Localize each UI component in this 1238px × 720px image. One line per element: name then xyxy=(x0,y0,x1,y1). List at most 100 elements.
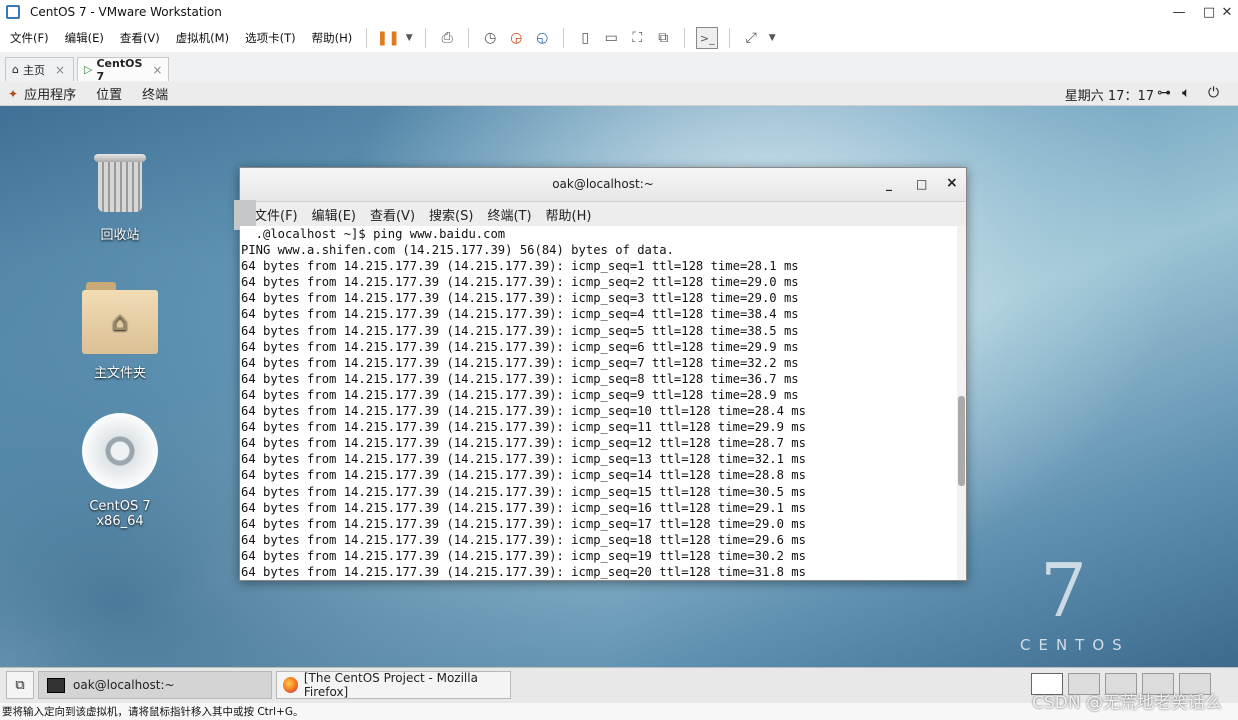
terminal-line: 64 bytes from 14.215.177.39 (14.215.177.… xyxy=(241,516,806,531)
menu-places[interactable]: 位置 xyxy=(96,84,122,103)
terminal-line: 64 bytes from 14.215.177.39 (14.215.177.… xyxy=(241,484,806,499)
terminal-titlebar[interactable]: oak@localhost:~ _ □ × xyxy=(240,168,966,202)
vmware-menubar: 文件(F) 编辑(E) 查看(V) 虚拟机(M) 选项卡(T) 帮助(H) ❚❚… xyxy=(0,24,1238,52)
stretch-icon[interactable]: ⤢ xyxy=(741,28,761,48)
menu-applications[interactable]: 应用程序 xyxy=(24,84,76,103)
taskbar-item-label: [The CentOS Project - Mozilla Firefox] xyxy=(303,671,478,699)
trash-icon xyxy=(94,154,146,214)
terminal-line: 64 bytes from 14.215.177.39 (14.215.177.… xyxy=(241,259,799,274)
terminal-menu-edit[interactable]: 编辑(E) xyxy=(312,205,356,224)
tab-centos[interactable]: ▷ CentOS 7 × xyxy=(77,56,169,83)
minimize-icon[interactable]: _ xyxy=(886,177,892,191)
vm-icon: ▷ xyxy=(84,63,93,76)
terminal-title: oak@localhost:~ xyxy=(552,177,654,191)
menu-vm[interactable]: 虚拟机(M) xyxy=(176,30,229,46)
desktop-icon-home[interactable]: ⌂ 主文件夹 xyxy=(65,282,175,381)
unity-icon[interactable]: ⧉ xyxy=(653,28,673,48)
tab-home[interactable]: ⌂ 主页 × xyxy=(5,57,74,81)
terminal-line: 64 bytes from 14.215.177.39 (14.215.177.… xyxy=(241,291,799,306)
close-tab-icon[interactable]: × xyxy=(152,63,162,77)
send-ctrl-alt-del-icon[interactable]: ⎙ xyxy=(437,28,457,48)
close-icon[interactable]: × xyxy=(946,175,958,191)
pause-icon[interactable]: ❚❚ xyxy=(376,28,399,48)
terminal-line: 64 bytes from 14.215.177.39 (14.215.177.… xyxy=(241,404,806,419)
menu-terminal[interactable]: 终端 xyxy=(142,84,168,103)
tab-label: CentOS 7 xyxy=(96,56,143,83)
clock[interactable]: 星期六 17：17 xyxy=(1065,85,1154,104)
maximize-icon[interactable]: □ xyxy=(916,177,927,191)
terminal-menu-view[interactable]: 查看(V) xyxy=(370,205,415,224)
terminal-line: .@localhost ~]$ ping www.baidu.com xyxy=(241,227,506,241)
terminal-line: 64 bytes from 14.215.177.39 (14.215.177.… xyxy=(241,323,799,338)
power-icon[interactable]: ⏻ xyxy=(1208,85,1219,101)
terminal-window[interactable]: oak@localhost:~ _ □ × 文件(F) 编辑(E) 查看(V) … xyxy=(234,167,967,581)
menu-file[interactable]: 文件(F) xyxy=(10,30,49,46)
snapshot-icon[interactable]: ◷ xyxy=(480,28,500,48)
home-icon: ⌂ xyxy=(12,63,19,76)
terminal-line: 64 bytes from 14.215.177.39 (14.215.177.… xyxy=(241,468,806,483)
network-icon[interactable]: ⊶ xyxy=(1157,85,1171,101)
terminal-line: 64 bytes from 14.215.177.39 (14.215.177.… xyxy=(241,307,799,322)
terminal-icon xyxy=(47,677,65,693)
home-folder-icon: ⌂ xyxy=(82,282,158,354)
window-title: CentOS 7 - VMware Workstation xyxy=(30,5,222,19)
show-desktop-icon[interactable]: ⧉ xyxy=(6,671,34,699)
revert-snapshot-icon[interactable]: ◶ xyxy=(506,28,526,48)
console-view-icon[interactable]: >_ xyxy=(696,27,719,49)
firefox-icon xyxy=(283,677,298,693)
terminal-menu-file[interactable]: 文件(F) xyxy=(254,205,298,224)
close-icon[interactable]: ✕ xyxy=(1212,0,1238,24)
terminal-output[interactable]: .@localhost ~]$ ping www.baidu.com PING … xyxy=(240,226,958,580)
centos-branding-word: CENTOS xyxy=(1020,636,1130,654)
chevron-down-icon[interactable]: ▼ xyxy=(404,28,414,48)
watermark: CSDN @无荒地老笑话么 xyxy=(1032,693,1222,713)
desktop-icon-trash[interactable]: 回收站 xyxy=(65,154,175,243)
gnome-topbar: ✦ 应用程序 位置 终端 星期六 17：17 ⊶ 🔈︎ ⏻ xyxy=(0,82,1238,106)
tab-label: 主页 xyxy=(22,63,45,77)
vmware-titlebar: CentOS 7 - VMware Workstation — □ ✕ xyxy=(0,0,1238,24)
terminal-line: 64 bytes from 14.215.177.39 (14.215.177.… xyxy=(241,420,806,435)
terminal-line: 64 bytes from 14.215.177.39 (14.215.177.… xyxy=(241,532,806,547)
status-text: 要将输入定向到该虚拟机，请将鼠标指针移入其中或按 Ctrl+G。 xyxy=(2,706,304,718)
scrollbar-thumb[interactable] xyxy=(958,396,965,486)
toolbar-separator xyxy=(366,28,368,48)
toolbar-separator xyxy=(563,28,565,48)
vmware-app-icon xyxy=(6,5,20,19)
desktop-icon-label: CentOS 7 x86_64 xyxy=(89,499,151,529)
close-tab-icon[interactable]: × xyxy=(55,63,65,77)
terminal-line: 64 bytes from 14.215.177.39 (14.215.177.… xyxy=(241,564,806,579)
terminal-line: 64 bytes from 14.215.177.39 (14.215.177.… xyxy=(241,275,799,290)
terminal-menu-terminal[interactable]: 终端(T) xyxy=(487,205,531,224)
desktop-icon-label: 回收站 xyxy=(100,228,140,243)
terminal-line: 64 bytes from 14.215.177.39 (14.215.177.… xyxy=(241,500,806,515)
volume-icon[interactable]: 🔈︎ xyxy=(1182,85,1190,101)
chevron-down-icon[interactable]: ▼ xyxy=(767,28,777,48)
fullscreen-icon[interactable]: ⛶ xyxy=(627,28,647,48)
terminal-line: PING www.a.shifen.com (14.215.177.39) 56… xyxy=(241,243,674,258)
menu-edit[interactable]: 编辑(E) xyxy=(65,30,104,46)
menu-help[interactable]: 帮助(H) xyxy=(312,30,353,46)
vmware-tabbar: ⌂ 主页 × ▷ CentOS 7 × xyxy=(0,52,1238,83)
minimize-icon[interactable]: — xyxy=(1164,0,1194,24)
terminal-line: 64 bytes from 14.215.177.39 (14.215.177.… xyxy=(241,387,799,402)
terminal-scrollbar[interactable] xyxy=(957,226,966,580)
terminal-menu-help[interactable]: 帮助(H) xyxy=(546,205,592,224)
taskbar-item-terminal[interactable]: oak@localhost:~ xyxy=(38,671,272,699)
terminal-menu-search[interactable]: 搜索(S) xyxy=(429,205,473,224)
terminal-line: 64 bytes from 14.215.177.39 (14.215.177.… xyxy=(241,452,806,467)
snapshot-manager-icon[interactable]: ◵ xyxy=(532,28,552,48)
terminal-line: 64 bytes from 14.215.177.39 (14.215.177.… xyxy=(241,339,799,354)
toolbar-separator xyxy=(729,28,731,48)
desktop-icon-dvd[interactable]: CentOS 7 x86_64 xyxy=(65,413,175,529)
desktop-icon-label: 主文件夹 xyxy=(93,366,146,381)
applications-icon: ✦ xyxy=(8,86,19,101)
sidebar-icon[interactable]: ▯ xyxy=(575,28,595,48)
thumbnail-bar-icon[interactable]: ▭ xyxy=(601,28,621,48)
taskbar-item-firefox[interactable]: [The CentOS Project - Mozilla Firefox] xyxy=(276,671,511,699)
menu-tabs[interactable]: 选项卡(T) xyxy=(245,30,296,46)
menu-view[interactable]: 查看(V) xyxy=(120,30,160,46)
terminal-line: 64 bytes from 14.215.177.39 (14.215.177.… xyxy=(241,355,799,370)
terminal-line: 64 bytes from 14.215.177.39 (14.215.177.… xyxy=(241,548,806,563)
toolbar-separator xyxy=(684,28,686,48)
terminal-menubar: 文件(F) 编辑(E) 查看(V) 搜索(S) 终端(T) 帮助(H) xyxy=(234,200,966,230)
